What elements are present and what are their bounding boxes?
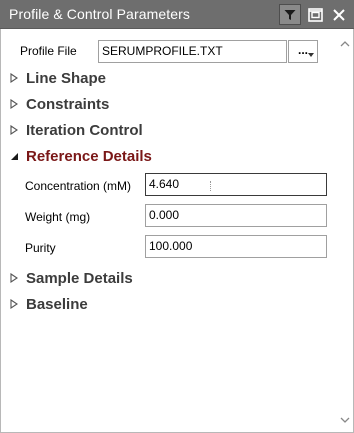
section-sample-details[interactable]: Sample Details: [9, 269, 133, 287]
text-cursor: [210, 181, 211, 191]
expand-arrow-icon: [10, 99, 18, 109]
close-button[interactable]: [328, 4, 350, 25]
expand-arrow-icon: [10, 125, 18, 135]
scroll-up-icon[interactable]: [339, 38, 351, 50]
filter-icon: [284, 9, 296, 20]
profile-file-field[interactable]: SERUMPROFILE.TXT: [98, 40, 287, 63]
section-title: Reference Details: [26, 147, 152, 165]
profile-file-label: Profile File: [20, 44, 77, 58]
restore-button[interactable]: [304, 4, 326, 25]
browse-button[interactable]: ...: [288, 40, 318, 63]
section-title: Constraints: [26, 95, 110, 113]
scroll-down-icon[interactable]: [339, 414, 351, 426]
filter-button[interactable]: [279, 4, 301, 25]
weight-label: Weight (mg): [25, 210, 91, 224]
restore-icon: [307, 7, 323, 22]
concentration-label: Concentration (mM): [25, 179, 132, 193]
expand-arrow-icon: [10, 273, 18, 283]
expand-arrow-icon: [10, 299, 18, 309]
section-constraints[interactable]: Constraints: [9, 95, 109, 113]
section-iteration-control[interactable]: Iteration Control: [9, 121, 143, 139]
purity-field[interactable]: 100.000: [145, 235, 327, 258]
section-title: Sample Details: [26, 269, 133, 287]
browse-label: ...: [297, 43, 308, 57]
purity-label: Purity: [25, 241, 56, 255]
concentration-field[interactable]: 4.640: [145, 173, 327, 196]
collapse-arrow-icon: [11, 153, 18, 160]
section-reference-details[interactable]: Reference Details: [9, 147, 152, 165]
parameters-panel: [0, 29, 354, 433]
panel-title: Profile & Control Parameters: [9, 6, 190, 22]
section-title: Line Shape: [26, 69, 107, 87]
section-baseline[interactable]: Baseline: [9, 295, 88, 313]
panel-titlebar: Profile & Control Parameters: [0, 0, 354, 29]
section-line-shape[interactable]: Line Shape: [9, 69, 106, 87]
close-icon: [333, 8, 345, 21]
expand-arrow-icon: [10, 73, 18, 83]
weight-field[interactable]: 0.000: [145, 204, 327, 227]
section-title: Baseline: [26, 295, 88, 313]
section-title: Iteration Control: [26, 121, 143, 139]
chevron-down-icon: [308, 53, 314, 57]
